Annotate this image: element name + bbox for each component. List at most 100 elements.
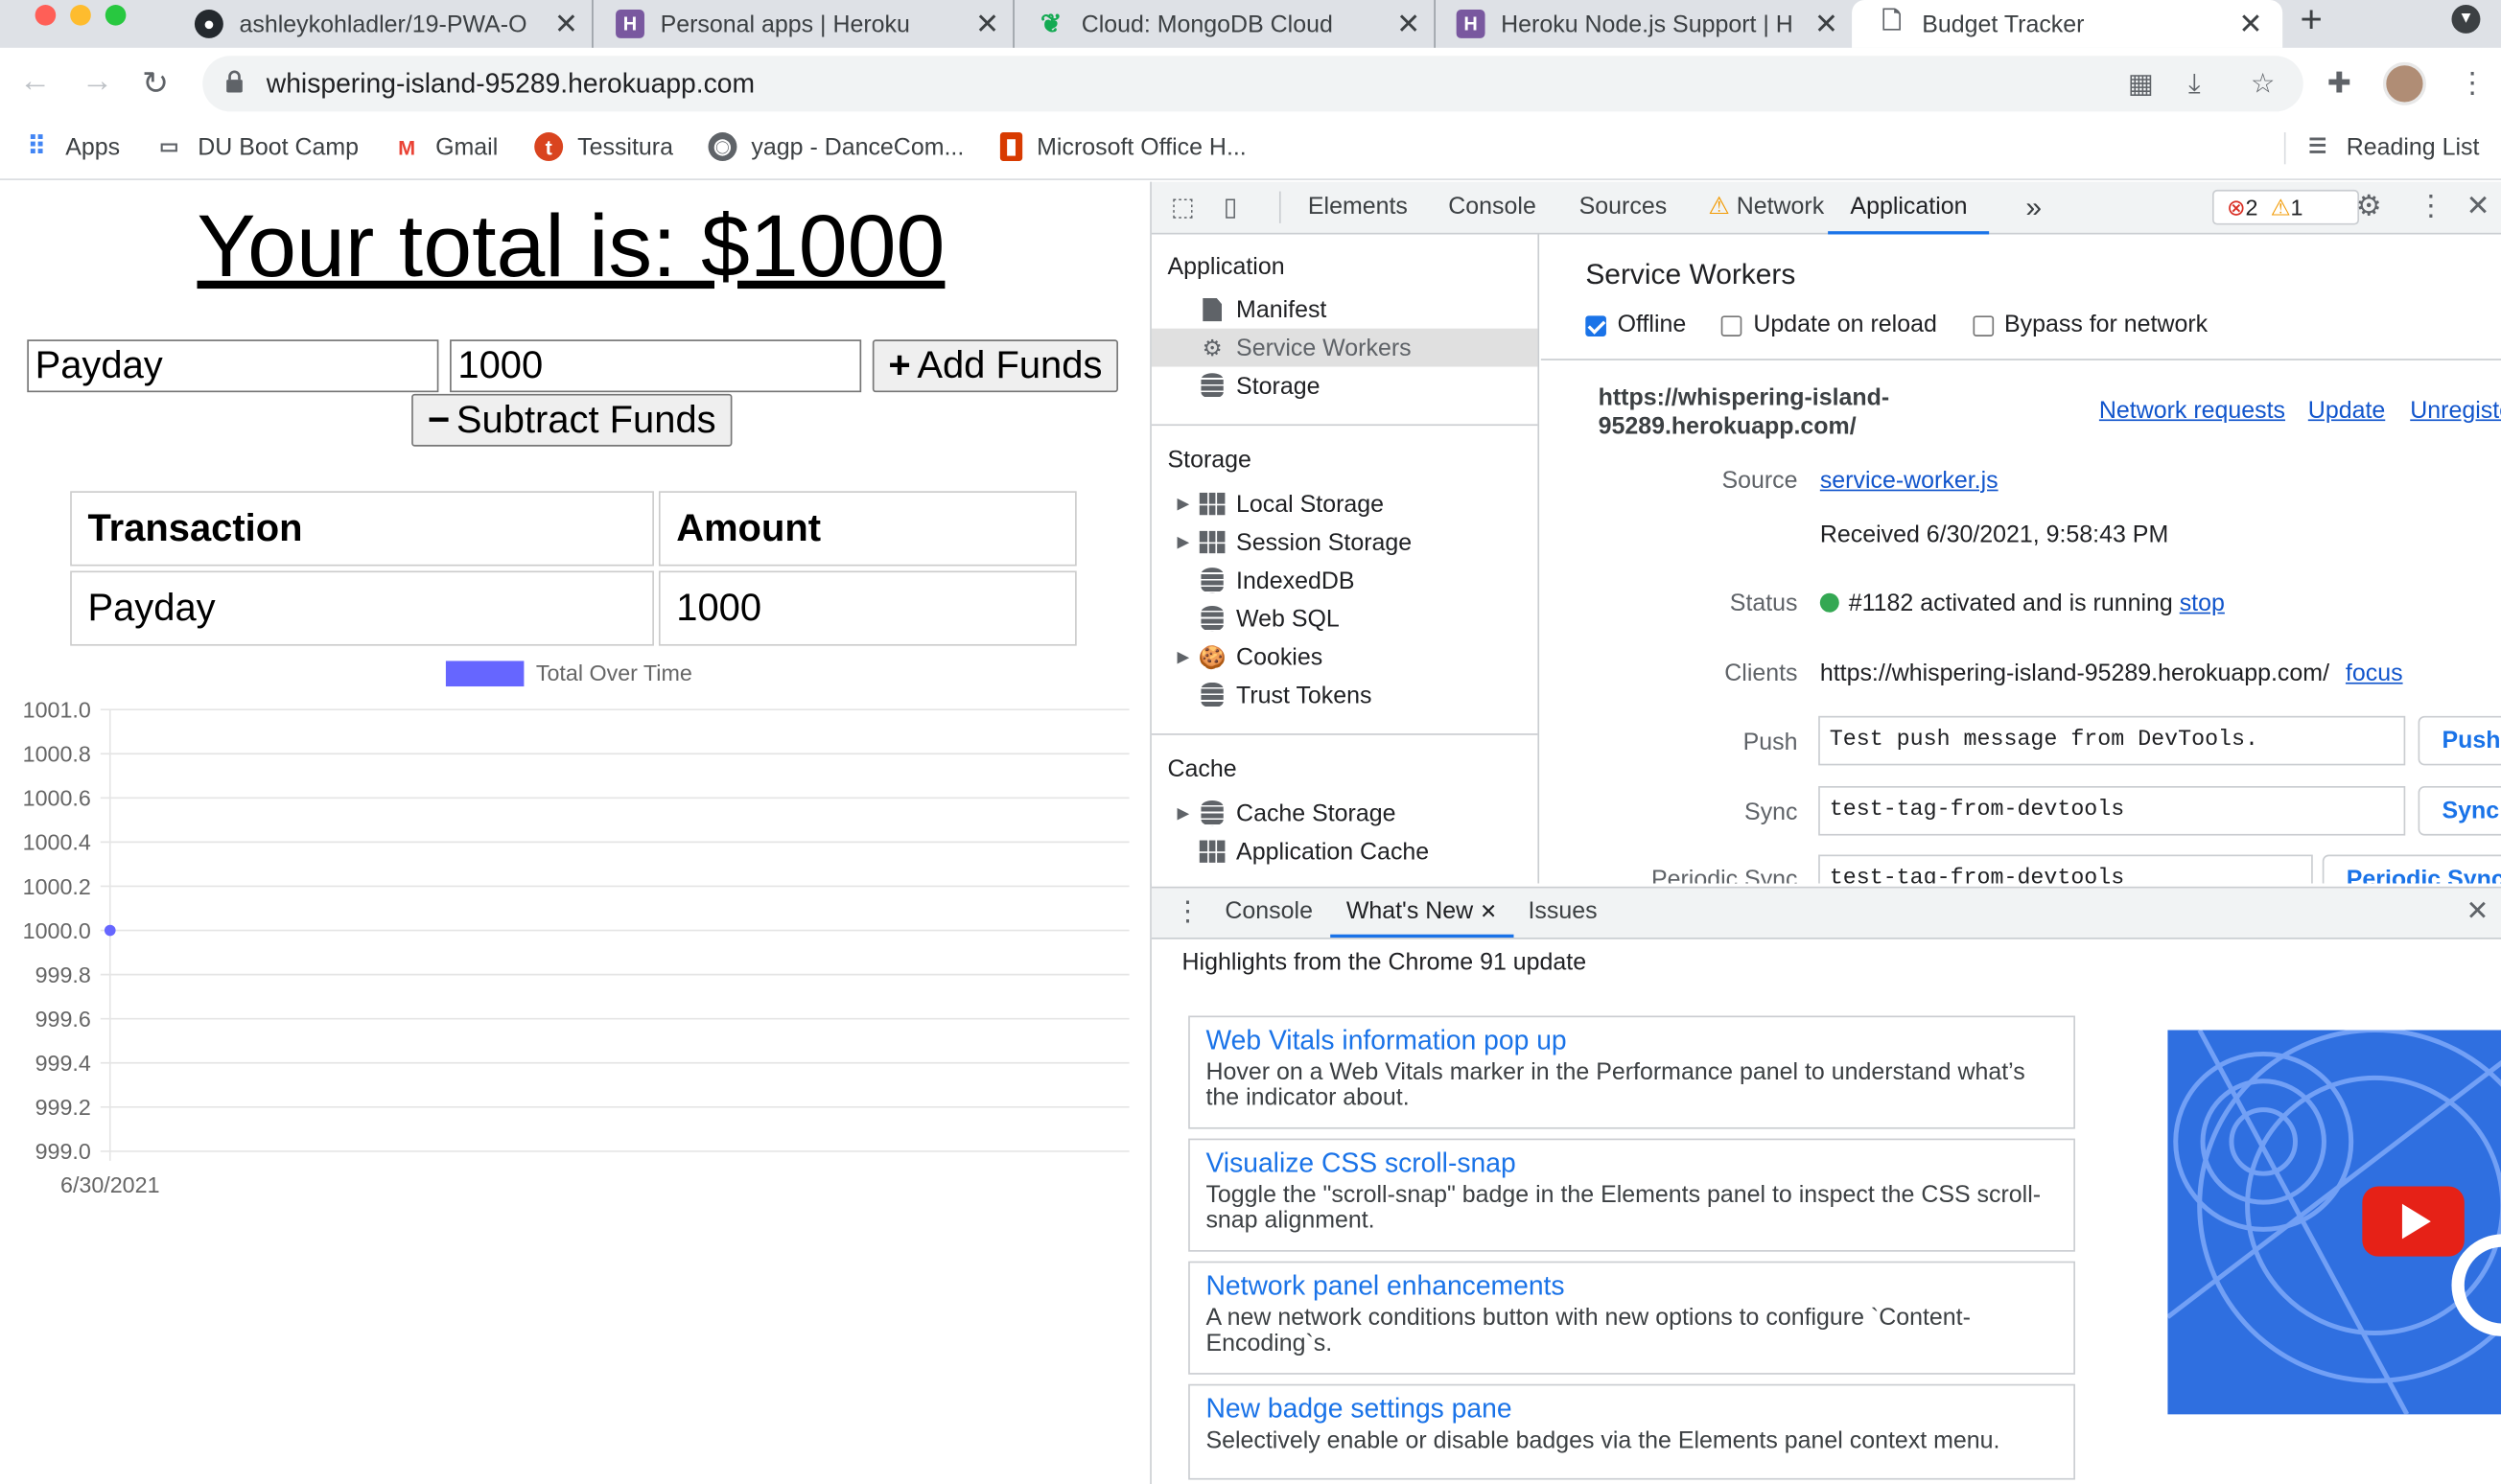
drawer-tab-bar: ⋮ Console What's New ✕ Issues ✕ xyxy=(1151,888,2501,939)
card-title[interactable]: Web Vitals information pop up xyxy=(1205,1026,2057,1057)
sidebar-item-indexeddb[interactable]: IndexedDB xyxy=(1200,561,1538,599)
browser-tab-2[interactable]: H Personal apps | Heroku ✕ xyxy=(616,0,1015,48)
whats-new-video-thumbnail[interactable] xyxy=(2167,1030,2501,1415)
whats-new-card[interactable]: Web Vitals information pop up Hover on a… xyxy=(1188,1015,2075,1129)
browser-tab-active[interactable]: 🗋 Budget Tracker ✕ xyxy=(1852,0,2283,48)
subtract-funds-button[interactable]: − Subtract Funds xyxy=(411,393,733,447)
inspect-element-icon[interactable]: ⬚ xyxy=(1171,192,1195,223)
sidebar-item-cookies[interactable]: ▶ 🍪 Cookies xyxy=(1178,638,1538,676)
extensions-puzzle-icon[interactable]: ✚ xyxy=(2327,67,2351,101)
close-drawer-icon[interactable]: ✕ xyxy=(2466,896,2489,928)
expand-arrow-icon[interactable]: ▶ xyxy=(1178,648,1190,665)
sidebar-item-storage[interactable]: Storage xyxy=(1200,367,1538,406)
drawer-menu-kebab-icon[interactable]: ⋮ xyxy=(1174,896,1201,928)
tab-application[interactable]: Application xyxy=(1828,182,1990,235)
whats-new-card[interactable]: Visualize CSS scroll-snap Toggle the "sc… xyxy=(1188,1138,2075,1252)
sidebar-item-session-storage[interactable]: ▶ Session Storage xyxy=(1178,523,1538,562)
browser-tab-1[interactable]: ● ashleykohladler/19-PWA-O ✕ xyxy=(192,0,594,48)
bookmark-microsoft-office[interactable]: ▮ Microsoft Office H... xyxy=(999,132,1247,161)
bookmark-du-boot-camp[interactable]: ▭ DU Boot Camp xyxy=(154,132,359,161)
qr-code-icon[interactable]: ▦ xyxy=(2128,69,2154,101)
card-title[interactable]: Visualize CSS scroll-snap xyxy=(1205,1148,2057,1180)
sidebar-item-manifest[interactable]: Manifest xyxy=(1200,290,1538,329)
zoom-window-button[interactable] xyxy=(105,4,127,26)
sidebar-item-application-cache[interactable]: Application Cache xyxy=(1199,832,1538,870)
install-app-icon[interactable]: ⤓ xyxy=(2188,69,2201,101)
customize-kebab-icon[interactable]: ⋮ xyxy=(2417,190,2445,223)
update-on-reload-checkbox[interactable]: Update on reload xyxy=(1721,311,1937,338)
url-text[interactable]: whispering-island-95289.herokuapp.com xyxy=(267,69,755,101)
issues-counter[interactable]: ⊗2 ⚠1 xyxy=(2211,189,2360,225)
settings-gear-icon[interactable]: ⚙ xyxy=(2356,190,2382,223)
sync-tag-input[interactable]: test-tag-from-devtools xyxy=(1818,786,2406,836)
unregister-link[interactable]: Unregiste xyxy=(2410,397,2501,424)
expand-arrow-icon[interactable]: ▶ xyxy=(1178,533,1190,550)
table-row: Payday 1000 xyxy=(70,570,1077,646)
tab-network[interactable]: ⚠ Network xyxy=(1708,182,1824,235)
whats-new-card[interactable]: Network panel enhancements A new network… xyxy=(1188,1261,2075,1375)
youtube-play-icon[interactable] xyxy=(2362,1186,2465,1257)
device-toolbar-icon[interactable]: ▯ xyxy=(1224,192,1238,223)
transaction-name-input[interactable]: Payday xyxy=(27,339,439,393)
push-message-input[interactable]: Test push message from DevTools. xyxy=(1818,715,2406,766)
focus-link[interactable]: focus xyxy=(2346,661,2403,687)
close-tab-icon[interactable]: ✕ xyxy=(550,7,582,40)
card-title[interactable]: Network panel enhancements xyxy=(1205,1271,2057,1303)
bookmark-star-icon[interactable]: ☆ xyxy=(2251,69,2275,101)
offline-checkbox[interactable]: Offline xyxy=(1585,311,1686,338)
reload-icon[interactable]: ↻ xyxy=(142,64,169,104)
lock-icon[interactable] xyxy=(225,70,245,93)
periodic-sync-tag-input[interactable]: test-tag-from-devtools xyxy=(1818,854,2313,884)
address-bar[interactable]: whispering-island-95289.herokuapp.com ▦ … xyxy=(202,56,2303,112)
sidebar-label: Manifest xyxy=(1236,295,1327,323)
card-title[interactable]: New badge settings pane xyxy=(1205,1394,2057,1426)
bookmark-tessitura[interactable]: t Tessitura xyxy=(534,132,673,161)
drawer-tab-console[interactable]: Console xyxy=(1225,888,1313,938)
source-link[interactable]: service-worker.js xyxy=(1820,467,1998,494)
sidebar-item-cache-storage[interactable]: ▶ Cache Storage xyxy=(1178,794,1538,832)
new-tab-plus-icon[interactable]: + xyxy=(2300,0,2322,41)
tab-strip: ● ashleykohladler/19-PWA-O ✕ H Personal … xyxy=(0,0,2501,48)
expand-arrow-icon[interactable]: ▶ xyxy=(1178,495,1190,512)
close-tab-icon[interactable]: ✕ xyxy=(1392,7,1424,40)
back-arrow-icon[interactable]: ← xyxy=(19,64,51,101)
browser-tab-3[interactable]: ❦ Cloud: MongoDB Cloud ✕ xyxy=(1037,0,1436,48)
sidebar-item-service-workers[interactable]: ⚙ Service Workers xyxy=(1151,328,1538,367)
close-tab-icon[interactable]: ✕ xyxy=(971,7,1003,40)
stop-link[interactable]: stop xyxy=(2180,590,2225,616)
forward-arrow-icon[interactable]: → xyxy=(82,64,113,101)
tab-sources[interactable]: Sources xyxy=(1579,182,1668,235)
add-funds-button[interactable]: + Add Funds xyxy=(872,339,1118,393)
push-button[interactable]: Push xyxy=(2418,715,2501,766)
drawer-tab-issues[interactable]: Issues xyxy=(1528,888,1597,938)
close-tab-icon[interactable]: ✕ xyxy=(1480,899,1497,923)
reading-list-button[interactable]: ☰ Reading List xyxy=(2303,132,2479,161)
bookmark-yagp[interactable]: ◉ yagp - DanceCom... xyxy=(708,132,964,161)
update-link[interactable]: Update xyxy=(2308,397,2385,424)
sync-button[interactable]: Sync xyxy=(2418,786,2501,836)
bookmark-apps[interactable]: ⠿ Apps xyxy=(22,132,121,161)
tab-console[interactable]: Console xyxy=(1448,182,1536,235)
bypass-network-checkbox[interactable]: Bypass for network xyxy=(1972,311,2208,338)
close-devtools-icon[interactable]: ✕ xyxy=(2466,190,2489,223)
close-tab-icon[interactable]: ✕ xyxy=(2234,7,2266,40)
close-tab-icon[interactable]: ✕ xyxy=(1811,7,1842,40)
expand-arrow-icon[interactable]: ▶ xyxy=(1178,804,1190,822)
browser-tab-4[interactable]: H Heroku Node.js Support | H ✕ xyxy=(1456,0,1852,48)
drawer-tab-whats-new[interactable]: What's New ✕ xyxy=(1330,888,1513,939)
tab-search-chevron-icon[interactable]: ▼ xyxy=(2451,4,2481,34)
tab-elements[interactable]: Elements xyxy=(1308,182,1408,235)
bookmark-gmail[interactable]: M Gmail xyxy=(392,132,498,161)
periodic-sync-button[interactable]: Periodic Sync xyxy=(2322,854,2501,884)
whats-new-card[interactable]: New badge settings pane Selectively enab… xyxy=(1188,1383,2075,1480)
more-tabs-icon[interactable]: » xyxy=(2025,182,2042,235)
minimize-window-button[interactable] xyxy=(70,4,91,26)
network-requests-link[interactable]: Network requests xyxy=(2099,397,2285,424)
profile-avatar[interactable] xyxy=(2382,61,2426,105)
sidebar-item-web-sql[interactable]: Web SQL xyxy=(1200,599,1538,638)
transaction-amount-input[interactable]: 1000 xyxy=(450,339,862,393)
sidebar-item-local-storage[interactable]: ▶ Local Storage xyxy=(1178,485,1538,523)
menu-kebab-icon[interactable]: ⋮ xyxy=(2458,67,2487,101)
sidebar-item-trust-tokens[interactable]: Trust Tokens xyxy=(1200,676,1538,714)
close-window-button[interactable] xyxy=(35,4,57,26)
